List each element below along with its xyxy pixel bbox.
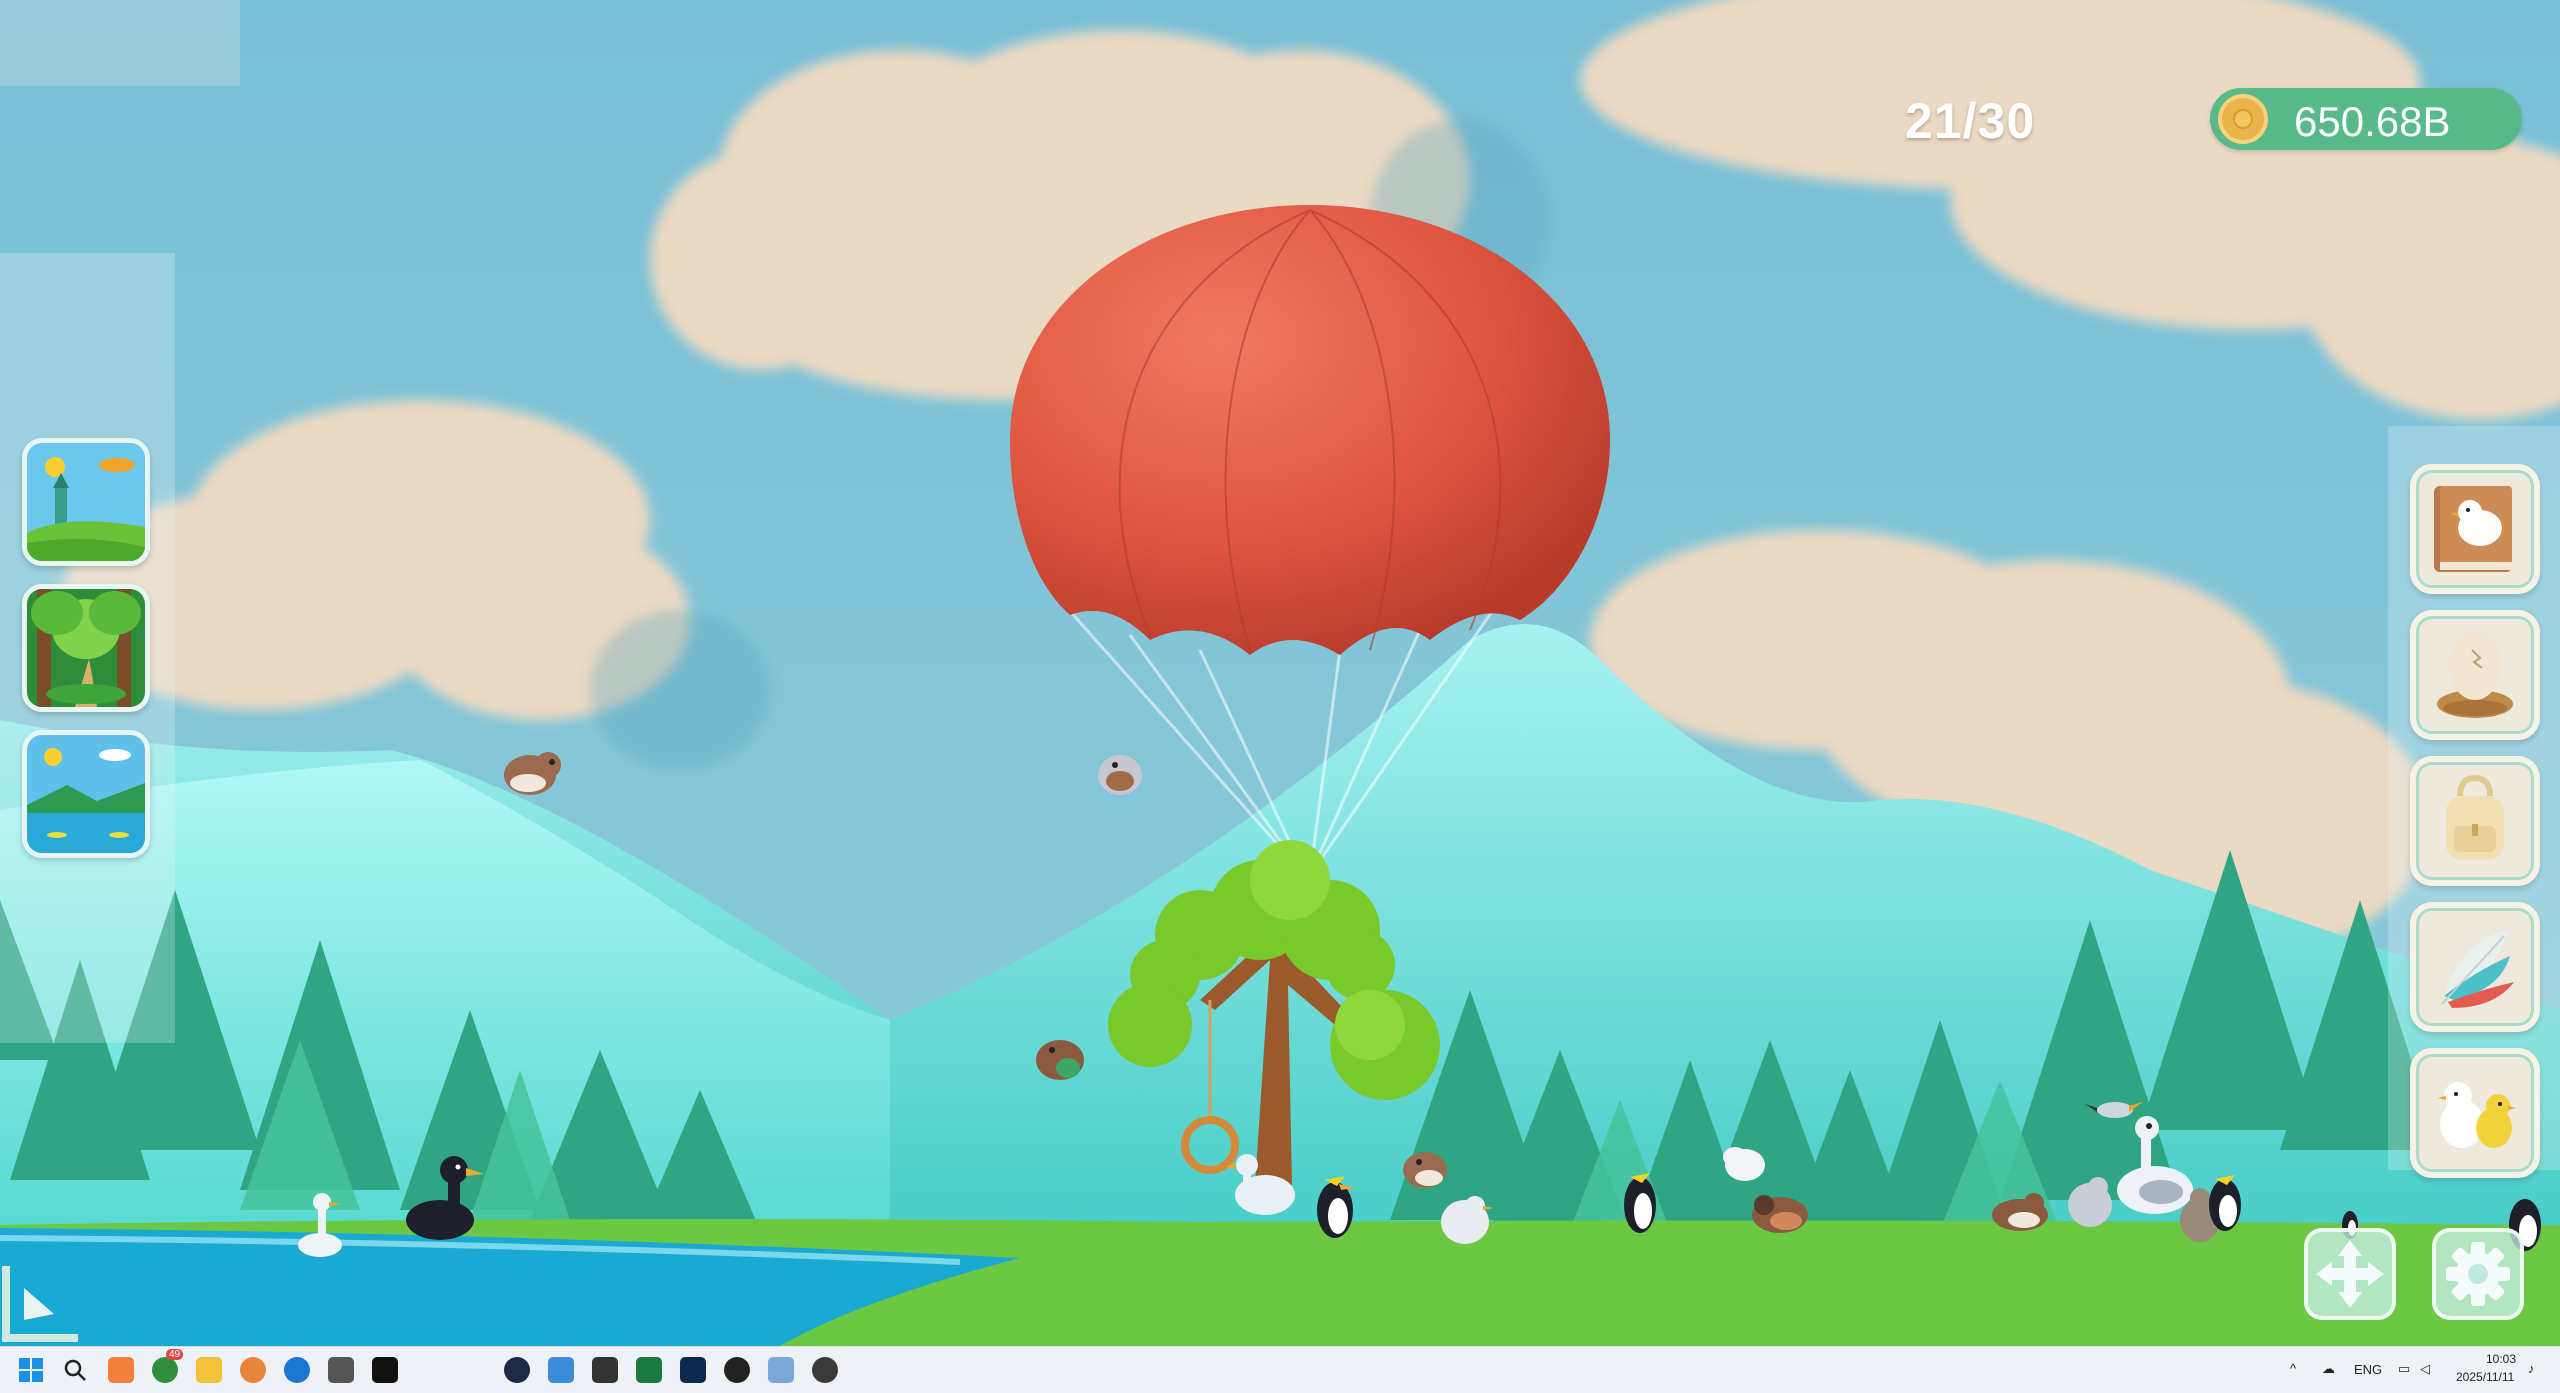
notification-bell-icon[interactable]: ♪ bbox=[2528, 1361, 2535, 1376]
bird-count: 21/30 bbox=[1905, 93, 2036, 149]
windows-start-icon[interactable] bbox=[18, 1357, 44, 1383]
cat-app-icon[interactable] bbox=[812, 1357, 838, 1383]
expand-button[interactable] bbox=[2, 1262, 82, 1342]
backpack-button[interactable] bbox=[2410, 756, 2540, 886]
settings-button[interactable] bbox=[2432, 1228, 2524, 1320]
excel-icon[interactable] bbox=[636, 1357, 662, 1383]
top-left-overlay bbox=[0, 0, 240, 86]
gear-icon bbox=[2446, 1242, 2510, 1306]
scene-castle-meadow-button[interactable] bbox=[22, 438, 150, 566]
bird-pair-icon bbox=[2438, 1082, 2516, 1148]
chrome-icon[interactable]: 49 bbox=[152, 1349, 184, 1383]
file-explorer-icon[interactable] bbox=[196, 1357, 222, 1383]
tray-chevron-icon[interactable]: ^ bbox=[2290, 1361, 2296, 1376]
lake-icon bbox=[27, 735, 145, 853]
coin-icon bbox=[2218, 94, 2268, 144]
bird-pair-button[interactable] bbox=[2410, 1048, 2540, 1178]
game-scene: 21/30 650.68B bbox=[0, 0, 2560, 1346]
browser-badge: 49 bbox=[166, 1349, 184, 1360]
unity-icon[interactable] bbox=[592, 1357, 618, 1383]
move-button[interactable] bbox=[2304, 1228, 2396, 1320]
edge-icon[interactable] bbox=[284, 1357, 310, 1383]
egg-nest-button[interactable] bbox=[2410, 610, 2540, 740]
backpack-icon bbox=[2446, 774, 2504, 860]
language-indicator[interactable]: ENG bbox=[2354, 1362, 2382, 1377]
app-icon[interactable] bbox=[328, 1357, 354, 1383]
blender-icon[interactable] bbox=[240, 1357, 266, 1383]
image-viewer-icon[interactable] bbox=[768, 1357, 794, 1383]
steam-icon[interactable] bbox=[504, 1357, 530, 1383]
network-icon[interactable]: ▭ bbox=[2398, 1361, 2410, 1377]
app2-icon[interactable] bbox=[548, 1357, 574, 1383]
widgets-icon[interactable] bbox=[108, 1357, 134, 1383]
corner-arrow-icon bbox=[2, 1266, 78, 1342]
scene-lake-button[interactable] bbox=[22, 730, 150, 858]
forest-icon bbox=[27, 589, 145, 707]
bird-book-button[interactable] bbox=[2410, 464, 2540, 594]
bird-book-icon bbox=[2434, 486, 2512, 572]
feathers-button[interactable] bbox=[2410, 902, 2540, 1032]
qq-icon[interactable] bbox=[724, 1357, 750, 1383]
move-arrows-icon bbox=[2316, 1240, 2384, 1308]
egg-nest-icon bbox=[2437, 632, 2513, 718]
taskbar: 49 ^ ☁ ENG ▭ ◁ 10:03 2025/11/11 ♪ bbox=[0, 1346, 2560, 1393]
scene-forest-button[interactable] bbox=[22, 584, 150, 712]
clock-date[interactable]: 2025/11/11 bbox=[2456, 1370, 2514, 1384]
scene-background bbox=[0, 0, 2560, 1346]
feathers-icon bbox=[2441, 930, 2514, 1008]
castle-meadow-icon bbox=[27, 443, 145, 561]
cloud-icon[interactable]: ☁ bbox=[2322, 1361, 2335, 1377]
red-balloon bbox=[1010, 205, 1610, 655]
coin-counter: 650.68B bbox=[2210, 88, 2522, 150]
clock-time[interactable]: 10:03 bbox=[2486, 1352, 2516, 1366]
capcut-icon[interactable] bbox=[372, 1357, 398, 1383]
coin-value: 650.68B bbox=[2294, 98, 2451, 145]
photoshop-icon[interactable] bbox=[680, 1357, 706, 1383]
search-icon[interactable] bbox=[62, 1357, 88, 1383]
volume-icon[interactable]: ◁ bbox=[2420, 1361, 2430, 1377]
